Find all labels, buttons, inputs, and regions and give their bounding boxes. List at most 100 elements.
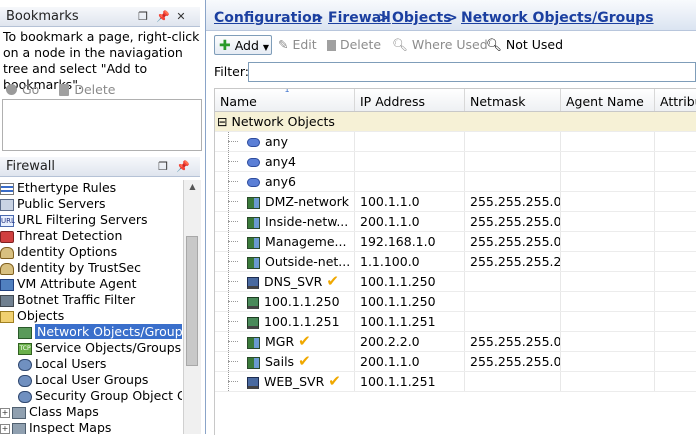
go-button[interactable]: Go	[22, 82, 39, 97]
content-pane: Configuration > Firewall > Objects > Net…	[206, 0, 696, 435]
cell-netmask	[465, 172, 561, 191]
tree-line	[228, 321, 238, 322]
table-row[interactable]: Sails ✔ 200.1.1.0 255.255.255.0	[215, 352, 696, 372]
column-header-agent-name[interactable]: Agent Name	[561, 89, 655, 111]
tree-item-label: Security Group Object Gr	[35, 388, 182, 403]
tree-item-label: Inspect Maps	[29, 420, 112, 434]
tree-item-identity-options[interactable]: Identity Options	[0, 244, 182, 260]
object-name: WEB_SVR	[264, 374, 325, 389]
filter-input[interactable]	[248, 62, 696, 82]
tree-line	[228, 161, 238, 162]
object-name: any6	[265, 174, 296, 189]
tree-line	[228, 261, 238, 262]
left-navigation-pane: Bookmarks ❐ 📌 ✕ To bookmark a page, righ…	[0, 0, 206, 434]
folder-icon	[0, 310, 14, 323]
tree-item-network-objects-groups[interactable]: Network Objects/Groups	[0, 324, 182, 340]
cell-agent-name	[561, 372, 655, 391]
tree-item-vm-attribute-agent[interactable]: VM Attribute Agent	[0, 276, 182, 292]
tree-item-inspect-maps[interactable]: + Inspect Maps	[0, 420, 182, 434]
table-row[interactable]: WEB_SVR ✔ 100.1.1.251	[215, 372, 696, 392]
cell-netmask: 255.255.255.0	[465, 332, 561, 351]
expand-icon[interactable]: +	[0, 423, 10, 434]
cell-ip-address	[355, 152, 465, 171]
breadcrumb-configuration[interactable]: Configuration	[214, 10, 322, 26]
tree-item-objects[interactable]: Objects	[0, 308, 182, 324]
cell-name: any4	[215, 152, 355, 171]
identity-icon	[0, 246, 14, 259]
object-name: 100.1.1.250	[264, 294, 340, 309]
add-button[interactable]: ✚ Add ▼	[214, 35, 272, 55]
column-header-ip-address[interactable]: IP Address	[355, 89, 465, 111]
server-icon	[0, 198, 14, 211]
tree-item-ethertype-rules[interactable]: Ethertype Rules	[0, 180, 182, 196]
expand-icon[interactable]: +	[0, 407, 10, 418]
table-row[interactable]: DMZ-network 100.1.1.0 255.255.255.0	[215, 192, 696, 212]
column-header-attributes[interactable]: Attribu	[655, 89, 696, 111]
column-label: Agent Name	[566, 94, 644, 109]
table-row[interactable]: Manageme... 192.168.1.0 255.255.255.0	[215, 232, 696, 252]
scrollbar-thumb[interactable]	[186, 236, 198, 366]
column-header-netmask[interactable]: Netmask	[465, 89, 561, 111]
where-used-label: Where Used	[411, 37, 488, 52]
breadcrumb-objects[interactable]: Objects	[392, 10, 452, 26]
table-row[interactable]: Inside-netw... 200.1.1.0 255.255.255.0	[215, 212, 696, 232]
table-row[interactable]: Outside-net... 1.1.100.0255.255.255.252	[215, 252, 696, 272]
pin-icon[interactable]: 📌	[156, 7, 170, 27]
table-row[interactable]: MGR ✔ 200.2.2.0 255.255.255.0	[215, 332, 696, 352]
breadcrumb-separator: >	[378, 10, 390, 26]
cell-ip-address	[355, 172, 465, 191]
table-row[interactable]: 100.1.1.251 100.1.1.251	[215, 312, 696, 332]
table-row[interactable]: 100.1.1.250 100.1.1.250	[215, 292, 696, 312]
tree-item-label: Class Maps	[29, 404, 99, 419]
tree-item-class-maps[interactable]: + Class Maps	[0, 404, 182, 420]
table-row[interactable]: any4	[215, 152, 696, 172]
collapse-icon[interactable]: ⊟	[217, 114, 227, 129]
cell-attributes	[655, 192, 696, 211]
cell-ip-address: 100.1.1.250	[355, 292, 465, 311]
host-object-icon	[247, 296, 259, 309]
tree-item-local-users[interactable]: Local Users	[0, 356, 182, 372]
not-used-button[interactable]: 🔍︎ Not Used	[486, 35, 563, 55]
where-used-button[interactable]: 🔍︎ Where Used	[392, 35, 488, 55]
tree-item-threat-detection[interactable]: Threat Detection	[0, 228, 182, 244]
table-row[interactable]: DNS_SVR ✔ 100.1.1.250	[215, 272, 696, 292]
tree-item-service-objects-groups[interactable]: TCP Service Objects/Groups	[0, 340, 182, 356]
tree-item-label: Threat Detection	[17, 228, 123, 243]
cell-attributes	[655, 212, 696, 231]
restore-icon[interactable]: ❐	[156, 157, 170, 177]
tree-item-local-user-groups[interactable]: Local User Groups	[0, 372, 182, 388]
delete-bookmark-button[interactable]: Delete	[74, 82, 115, 97]
add-label: Add	[234, 38, 259, 53]
tree-item-identity-trustsec[interactable]: Identity by TrustSec	[0, 260, 182, 276]
tree-item-label: Identity by TrustSec	[17, 260, 141, 275]
delete-button[interactable]: Delete	[327, 35, 381, 55]
object-name: DMZ-network	[265, 194, 350, 209]
tree-item-url-filtering-servers[interactable]: URL URL Filtering Servers	[0, 212, 182, 228]
tree-item-label: Objects	[17, 308, 65, 323]
bookmarks-list[interactable]	[2, 99, 202, 151]
tree-item-botnet-traffic-filter[interactable]: Botnet Traffic Filter	[0, 292, 182, 308]
group-row-network-objects[interactable]: ⊟ Network Objects	[215, 112, 696, 132]
restore-icon[interactable]: ❐	[136, 7, 150, 27]
tree-item-public-servers[interactable]: Public Servers	[0, 196, 182, 212]
edit-button[interactable]: ✎ Edit	[278, 35, 317, 55]
toolbar: ✚ Add ▼ ✎ Edit Delete 🔍︎ Where Used 🔍︎ N…	[206, 31, 696, 59]
cell-name: Outside-net...	[215, 252, 355, 271]
table-row[interactable]: any6	[215, 172, 696, 192]
tree-item-label: Local Users	[35, 356, 107, 371]
column-header-name[interactable]: ˄ 1 Name	[215, 89, 355, 111]
cell-name: 100.1.1.251	[215, 312, 355, 331]
table-row[interactable]: any	[215, 132, 696, 152]
object-name: Manageme...	[265, 234, 347, 249]
network-object-icon	[247, 216, 260, 229]
cell-agent-name	[561, 232, 655, 251]
cell-netmask: 255.255.255.252	[465, 252, 561, 271]
cell-attributes	[655, 272, 696, 291]
scroll-up-icon[interactable]: ▲	[184, 180, 201, 194]
breadcrumb-network-objects-groups[interactable]: Network Objects/Groups	[461, 10, 654, 26]
cell-ip-address: 100.1.1.0	[355, 192, 465, 211]
close-icon[interactable]: ✕	[174, 7, 188, 27]
tree-item-security-group-object-groups[interactable]: Security Group Object Gr	[0, 388, 182, 404]
pin-icon[interactable]: 📌	[176, 157, 190, 177]
tree-scrollbar[interactable]: ▲	[183, 180, 201, 434]
